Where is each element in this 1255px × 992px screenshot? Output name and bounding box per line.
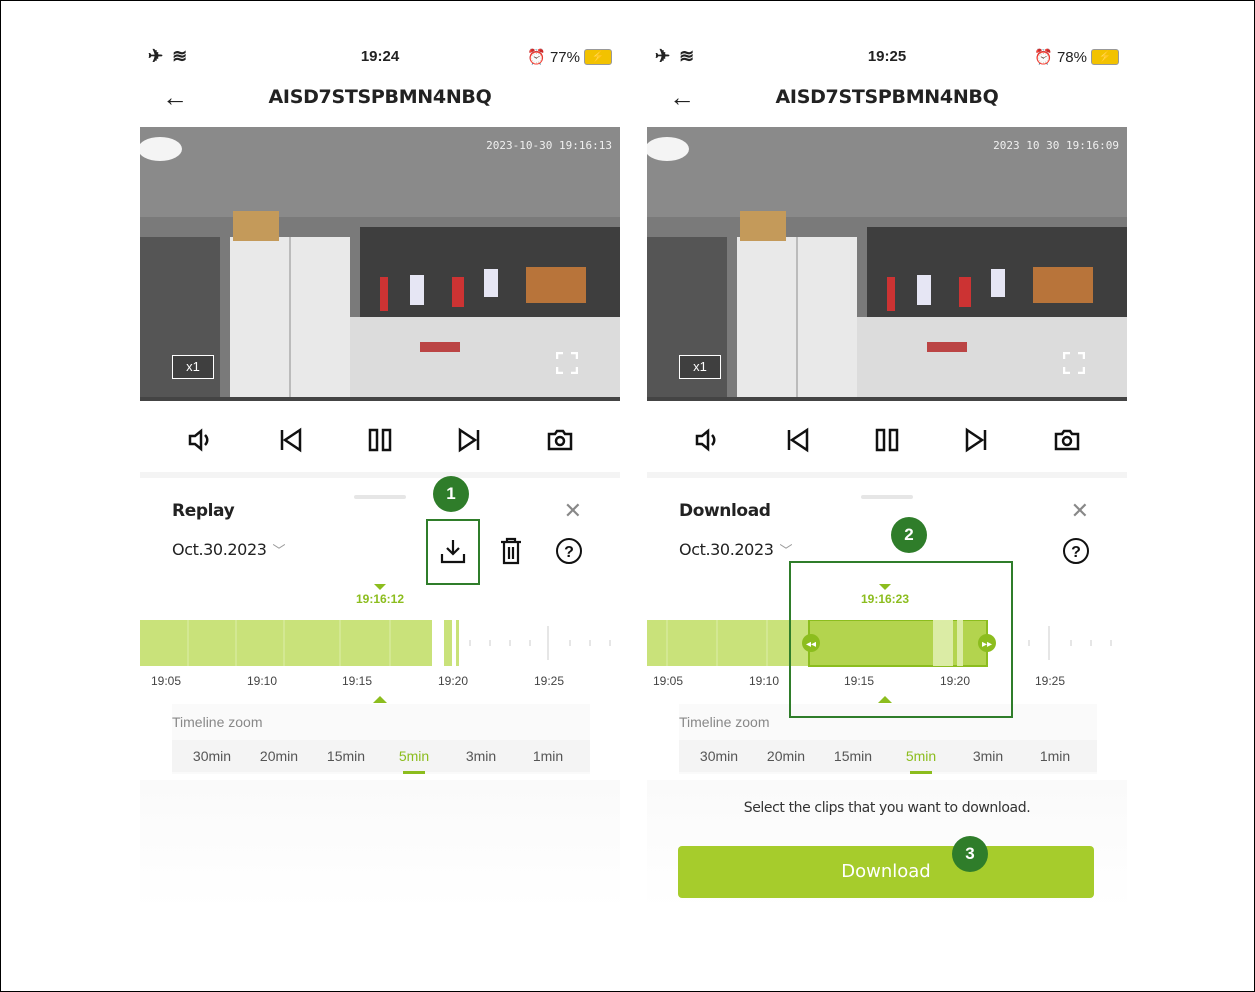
- svg-text:?: ?: [564, 544, 574, 561]
- download-hint: Select the clips that you want to downlo…: [743, 800, 1031, 816]
- trash-icon[interactable]: [498, 536, 524, 566]
- fullscreen-icon[interactable]: [556, 352, 578, 374]
- date-selector[interactable]: Oct.30.2023 ﹀: [679, 540, 793, 559]
- zoom-option-3min[interactable]: 3min: [958, 748, 1018, 764]
- zoom-option-5min[interactable]: 5min: [891, 748, 951, 774]
- step-badge-1: 1: [433, 476, 469, 512]
- zoom-option-20min[interactable]: 20min: [756, 748, 816, 764]
- video-player[interactable]: 2023-10-30 19:16:13 x1: [140, 127, 620, 401]
- camera-snapshot-icon[interactable]: [1051, 424, 1083, 456]
- playhead-marker: [374, 584, 386, 590]
- step-badge-3: 3: [952, 836, 988, 872]
- clip-selection-highlight: [789, 561, 1013, 718]
- zoom-options: 30min 20min 15min 5min 3min 1min: [679, 740, 1097, 774]
- zoom-option-20min[interactable]: 20min: [249, 748, 309, 764]
- battery-icon: ⚡: [1091, 49, 1119, 65]
- phone-replay-screen: ✈ ≋ 19:24 ⏰ 77% ⚡ ← AISD7STSPBMN4NBQ 202…: [140, 40, 620, 910]
- close-icon[interactable]: ✕: [564, 498, 582, 524]
- next-icon[interactable]: [454, 424, 486, 456]
- drag-handle[interactable]: [861, 495, 913, 499]
- timeline-label: 19:05: [652, 674, 684, 688]
- date-value: Oct.30.2023: [679, 540, 774, 559]
- status-right: ⏰ 78% ⚡: [1034, 48, 1119, 66]
- battery-percent: 78%: [1056, 48, 1087, 66]
- timeline-label: 19:25: [1034, 674, 1066, 688]
- zoom-option-30min[interactable]: 30min: [182, 748, 242, 764]
- help-icon[interactable]: ?: [554, 536, 584, 566]
- device-title: AISD7STSPBMN4NBQ: [775, 86, 999, 108]
- playback-controls: [140, 418, 620, 462]
- next-icon[interactable]: [961, 424, 993, 456]
- panel-title: Download: [679, 501, 771, 521]
- zoom-level-badge[interactable]: x1: [172, 355, 214, 379]
- previous-icon[interactable]: [274, 424, 306, 456]
- video-timestamp: 2023-10-30 19:16:13: [486, 139, 612, 152]
- chevron-down-icon: ﹀: [272, 544, 286, 559]
- device-title: AISD7STSPBMN4NBQ: [268, 86, 492, 108]
- video-timestamp: 2023 10 30 19:16:09: [993, 139, 1119, 152]
- phone-download-screen: ✈ ≋ 19:25 ⏰ 78% ⚡ ← AISD7STSPBMN4NBQ 202…: [647, 40, 1127, 910]
- zoom-option-5min[interactable]: 5min: [384, 748, 444, 774]
- timeline-labels: 19:05 19:10 19:15 19:20 19:25: [140, 674, 620, 690]
- zoom-label: Timeline zoom: [172, 714, 263, 730]
- panel-bottom: [140, 780, 620, 910]
- timeline-label: 19:10: [748, 674, 780, 688]
- date-selector[interactable]: Oct.30.2023 ﹀: [172, 540, 286, 559]
- camera-snapshot-icon[interactable]: [544, 424, 576, 456]
- zoom-option-30min[interactable]: 30min: [689, 748, 749, 764]
- pause-icon[interactable]: [871, 424, 903, 456]
- divider: [647, 472, 1127, 478]
- status-right: ⏰ 77% ⚡: [527, 48, 612, 66]
- timeline-track[interactable]: [140, 620, 620, 668]
- timeline-cursor: [373, 696, 387, 703]
- date-value: Oct.30.2023: [172, 540, 267, 559]
- close-icon[interactable]: ✕: [1071, 498, 1089, 524]
- top-bar: ← AISD7STSPBMN4NBQ: [647, 80, 1127, 120]
- alarm-icon: ⏰: [1034, 49, 1053, 66]
- zoom-option-1min[interactable]: 1min: [1025, 748, 1085, 764]
- video-player[interactable]: 2023 10 30 19:16:09 x1: [647, 127, 1127, 401]
- step-badge-2: 2: [891, 517, 927, 553]
- zoom-options: 30min 20min 15min 5min 3min 1min: [172, 740, 590, 774]
- download-button[interactable]: Download: [678, 846, 1094, 898]
- fullscreen-icon[interactable]: [1063, 352, 1085, 374]
- status-bar: ✈ ≋ 19:25 ⏰ 78% ⚡: [647, 40, 1127, 74]
- playhead-time: 19:16:12: [340, 584, 420, 606]
- pause-icon[interactable]: [364, 424, 396, 456]
- timeline-label: 19:05: [150, 674, 182, 688]
- zoom-option-15min[interactable]: 15min: [316, 748, 376, 764]
- status-bar: ✈ ≋ 19:24 ⏰ 77% ⚡: [140, 40, 620, 74]
- zoom-option-1min[interactable]: 1min: [518, 748, 578, 764]
- timeline-label: 19:10: [246, 674, 278, 688]
- top-bar: ← AISD7STSPBMN4NBQ: [140, 80, 620, 120]
- divider: [140, 472, 620, 478]
- drag-handle[interactable]: [354, 495, 406, 499]
- help-icon[interactable]: ?: [1061, 536, 1091, 566]
- zoom-option-3min[interactable]: 3min: [451, 748, 511, 764]
- panel-title: Replay: [172, 501, 235, 521]
- battery-icon: ⚡: [584, 49, 612, 65]
- alarm-icon: ⏰: [527, 49, 546, 66]
- playhead-label: 19:16:12: [355, 592, 405, 606]
- speaker-icon[interactable]: [184, 424, 216, 456]
- previous-icon[interactable]: [781, 424, 813, 456]
- zoom-option-15min[interactable]: 15min: [823, 748, 883, 764]
- download-icon-highlight: [426, 519, 480, 585]
- zoom-label: Timeline zoom: [679, 714, 770, 730]
- zoom-level-badge[interactable]: x1: [679, 355, 721, 379]
- svg-text:?: ?: [1071, 544, 1081, 561]
- battery-percent: 77%: [549, 48, 580, 66]
- chevron-down-icon: ﹀: [779, 544, 793, 559]
- timeline-label: 19:15: [341, 674, 373, 688]
- speaker-icon[interactable]: [691, 424, 723, 456]
- timeline-label: 19:25: [533, 674, 565, 688]
- playback-controls: [647, 418, 1127, 462]
- timeline-label: 19:20: [437, 674, 469, 688]
